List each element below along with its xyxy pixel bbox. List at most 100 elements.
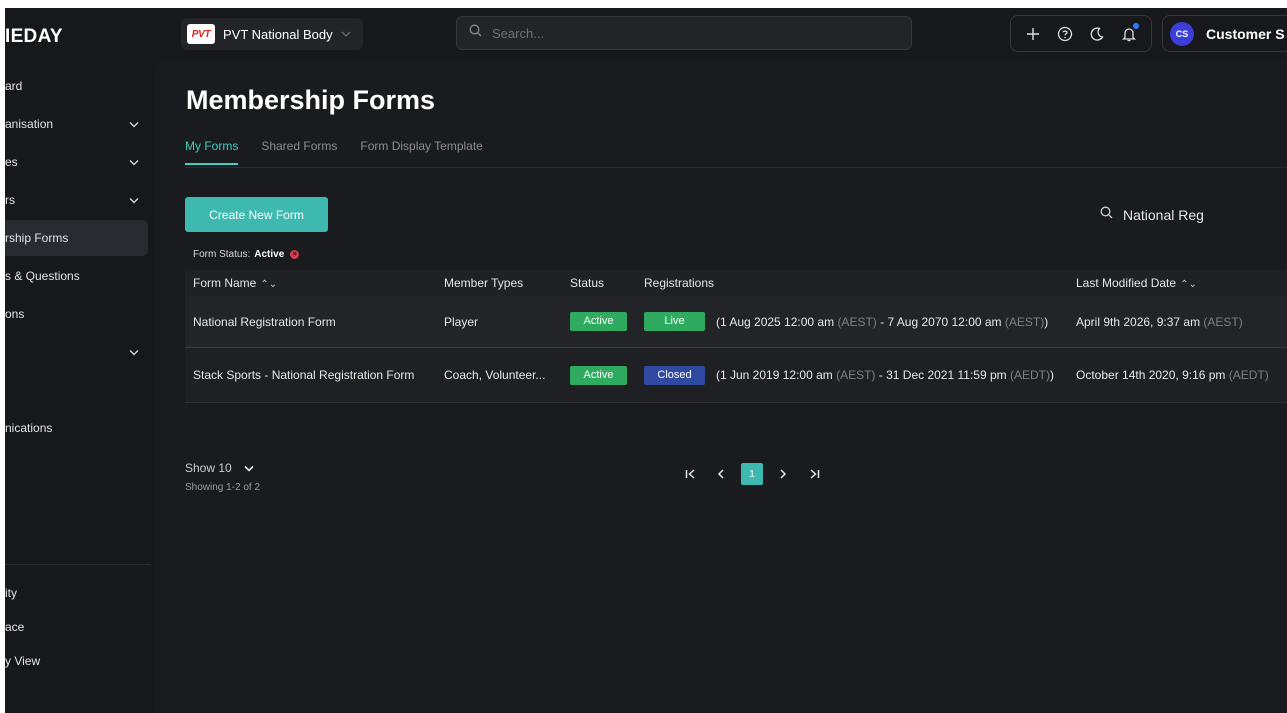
status-badge: Active (570, 312, 627, 331)
page-button-current[interactable]: 1 (741, 463, 763, 485)
registration-status-badge: Closed (644, 365, 705, 385)
page-title: Membership Forms (186, 85, 436, 115)
tab-bar: My Forms Shared Forms Form Display Templ… (185, 139, 506, 165)
last-modified-cell: April 9th 2026, 9:37 am (AEST) (1076, 296, 1287, 348)
search-icon (1100, 206, 1113, 224)
status-cell: Active (570, 296, 644, 348)
timezone: (AEDT) (1228, 368, 1269, 382)
clear-filter-icon[interactable]: × (290, 250, 300, 259)
status-filter-value: Active (254, 249, 285, 260)
sidebar-item-label: rs (5, 193, 15, 207)
sidebar-item-label: s & Questions (5, 269, 80, 283)
sidebar-item-fields-questions[interactable]: s & Questions (5, 258, 148, 294)
organisation-selector[interactable]: PVT PVT National Body (181, 18, 363, 50)
table-header-row: Form Name ⌃⌄ Member Types Status Registra… (185, 270, 1287, 296)
form-name-cell[interactable]: Stack Sports - National Registration For… (185, 347, 444, 403)
column-header-member-types: Member Types (444, 270, 570, 296)
brand-logo[interactable]: IEDAY (5, 26, 63, 48)
registration-period: (1 Jun 2019 12:00 am (AEST) - 31 Dec 202… (716, 368, 1054, 382)
chevron-down-icon (129, 117, 139, 131)
help-circle-icon[interactable] (1054, 23, 1076, 45)
tab-form-display-template[interactable]: Form Display Template (360, 139, 482, 165)
sidebar-item-es[interactable]: es (5, 144, 148, 180)
column-header-label: Form Name (193, 276, 257, 290)
registrations-cell: Closed (1 Jun 2019 12:00 am (AEST) - 31 … (644, 347, 1076, 403)
chevron-down-icon (129, 155, 139, 169)
sort-icon[interactable]: ⌃⌄ (260, 279, 277, 290)
tabs-divider (185, 167, 1287, 168)
registration-end: - 7 Aug 2070 12:00 am (876, 314, 1005, 329)
form-search[interactable] (1100, 202, 1287, 228)
sidebar-item-community[interactable]: ity (5, 575, 148, 611)
org-logo-text: PVT (191, 28, 211, 40)
sidebar-item-label: es (5, 155, 18, 169)
sidebar-item-communications[interactable]: nications (5, 410, 148, 446)
last-modified-date: April 9th 2026, 9:37 am (1076, 314, 1204, 329)
status-filter: Form Status: Active × (193, 249, 300, 260)
page-size-select[interactable]: Show 10 (185, 461, 254, 475)
page-size-label: Show 10 (185, 461, 232, 475)
sidebar-item-membership-forms[interactable]: rship Forms (5, 220, 148, 256)
forms-table: Form Name ⌃⌄ Member Types Status Registra… (185, 270, 1287, 403)
form-search-input[interactable] (1121, 206, 1285, 224)
sidebar-item-label: ity (5, 586, 17, 600)
tab-shared-forms[interactable]: Shared Forms (261, 139, 337, 165)
timezone: (AEST) (1004, 314, 1045, 329)
timezone: (AEST) (836, 368, 876, 382)
tab-my-forms[interactable]: My Forms (185, 139, 239, 165)
chevron-down-icon (341, 28, 351, 40)
member-types-cell: Player (444, 296, 570, 348)
sidebar-item-label: y View (5, 654, 41, 668)
status-cell: Active (570, 347, 644, 403)
registration-period: (1 Aug 2025 12:00 am (AEST) - 7 Aug 2070… (716, 315, 1048, 329)
table-row[interactable]: Stack Sports - National Registration For… (185, 347, 1287, 403)
app-window: IEDAY PVT PVT National Body Search... CS… (5, 8, 1287, 713)
user-name: Customer S (1206, 25, 1285, 42)
registration-close-paren: ) (1049, 368, 1054, 382)
global-search[interactable] (456, 16, 912, 50)
plus-icon[interactable] (1022, 23, 1044, 45)
sidebar-item-label: rship Forms (5, 231, 69, 245)
sidebar-item-label: nications (5, 421, 53, 435)
table-row[interactable]: National Registration Form Player Active… (185, 296, 1287, 348)
timezone: (AEDT) (1009, 368, 1050, 382)
moon-icon[interactable] (1086, 23, 1108, 45)
chevron-down-icon (129, 193, 139, 207)
next-page-icon[interactable] (772, 463, 794, 485)
org-name: PVT National Body (223, 26, 333, 42)
chevron-down-icon (244, 461, 254, 475)
sidebar-item-organisation[interactable]: anisation (5, 106, 148, 142)
main-content: Membership Forms My Forms Shared Forms F… (155, 60, 1287, 713)
sidebar: ard anisation es rs rship Forms s & Ques… (5, 60, 155, 713)
avatar: CS (1170, 21, 1194, 46)
last-modified-date: October 14th 2020, 9:16 pm (1076, 368, 1229, 382)
bell-icon[interactable] (1118, 22, 1140, 45)
sidebar-item-label: ard (5, 79, 23, 93)
top-bar: IEDAY PVT PVT National Body Search... CS… (5, 8, 1287, 60)
column-header-last-modified[interactable]: Last Modified Date ⌃⌄ (1076, 270, 1287, 296)
prev-page-icon[interactable] (710, 463, 732, 485)
sidebar-divider (5, 564, 150, 565)
sidebar-item-label: ons (5, 307, 25, 321)
sidebar-item-view[interactable]: y View (5, 643, 148, 679)
create-new-form-button[interactable]: Create New Form (185, 197, 328, 232)
header-actions (1010, 15, 1152, 52)
last-page-icon[interactable] (803, 463, 825, 485)
sidebar-item-marketplace[interactable]: ace (5, 609, 148, 645)
sidebar-item-members[interactable]: rs (5, 182, 148, 218)
sidebar-item-dashboard[interactable]: ard (5, 68, 148, 104)
user-menu[interactable]: CS Customer S (1162, 15, 1287, 52)
sidebar-item-ons[interactable]: ons (5, 296, 148, 332)
registration-start: (1 Aug 2025 12:00 am (716, 314, 838, 329)
timezone: (AEST) (1203, 314, 1243, 329)
first-page-icon[interactable] (679, 463, 701, 485)
column-header-label: Last Modified Date (1076, 276, 1177, 290)
global-search-input[interactable] (490, 24, 874, 42)
column-header-form-name[interactable]: Form Name ⌃⌄ (185, 270, 444, 296)
sort-icon[interactable]: ⌃⌄ (1180, 279, 1197, 290)
registration-start: (1 Jun 2019 12:00 am (716, 368, 837, 382)
member-types-cell: Coach, Volunteer... (444, 347, 570, 403)
form-name-cell[interactable]: National Registration Form (185, 296, 444, 348)
sidebar-item-collapsed-group[interactable] (5, 334, 148, 370)
results-count: Showing 1-2 of 2 (185, 482, 261, 493)
